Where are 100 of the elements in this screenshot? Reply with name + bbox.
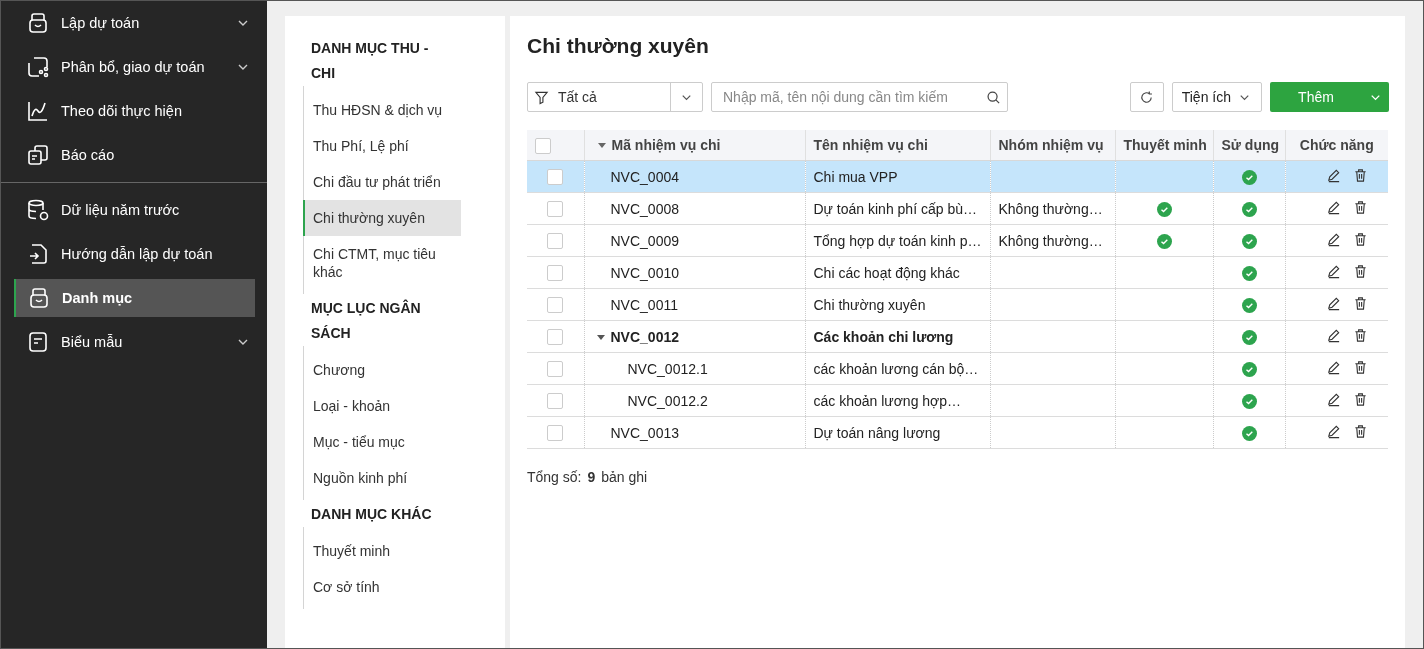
column-header: Tên nhiệm vụ chi bbox=[813, 137, 928, 153]
table-cell: các khoản lương hợp… bbox=[813, 392, 962, 409]
trash-icon[interactable] bbox=[1352, 199, 1368, 215]
edit-icon[interactable] bbox=[1325, 231, 1341, 247]
category-item[interactable]: Nguồn kinh phí bbox=[304, 460, 505, 496]
edit-icon[interactable] bbox=[1325, 263, 1341, 279]
edit-icon[interactable] bbox=[1325, 359, 1341, 375]
edit-icon[interactable] bbox=[1325, 327, 1341, 343]
search-icon bbox=[986, 89, 1001, 105]
sidebar-item[interactable]: Dữ liệu năm trước bbox=[1, 188, 267, 232]
document-share-icon bbox=[26, 55, 50, 79]
sidebar-item[interactable]: Báo cáo bbox=[1, 133, 267, 177]
category-item[interactable]: Chi CTMT, mục tiêu khác bbox=[304, 236, 505, 290]
category-item[interactable]: Loại - khoản bbox=[304, 388, 505, 424]
select-all-checkbox[interactable] bbox=[535, 137, 551, 154]
row-checkbox[interactable] bbox=[547, 233, 564, 250]
filter-icon bbox=[534, 89, 549, 105]
table-cell: NVC_0004 bbox=[610, 168, 679, 185]
trash-icon[interactable] bbox=[1352, 295, 1368, 311]
trash-icon[interactable] bbox=[1352, 327, 1368, 343]
table-cell: Chi mua VPP bbox=[813, 168, 898, 185]
edit-icon[interactable] bbox=[1325, 423, 1341, 439]
trash-icon[interactable] bbox=[1352, 359, 1368, 375]
category-item[interactable]: Chương bbox=[304, 352, 505, 388]
table-row[interactable]: NVC_0011 Chi thường xuyên bbox=[527, 288, 1388, 321]
database-icon bbox=[26, 198, 50, 222]
table-cell: NVC_0012.1 bbox=[627, 360, 708, 377]
table-row[interactable]: NVC_0013 Dự toán nâng lương bbox=[527, 416, 1388, 449]
utility-button[interactable]: Tiện ích bbox=[1171, 82, 1262, 112]
table-row[interactable]: NVC_0008 Dự toán kinh phí cấp bù… Không thường… bbox=[527, 192, 1388, 225]
category-item[interactable]: Mục - tiểu mục bbox=[304, 424, 505, 460]
edit-icon[interactable] bbox=[1325, 199, 1341, 215]
section-heading: DANH MỤC KHÁC bbox=[310, 505, 433, 524]
category-item[interactable]: Cơ sở tính bbox=[304, 569, 505, 605]
trash-icon[interactable] bbox=[1352, 423, 1368, 439]
sidebar-item[interactable]: Hướng dẫn lập dự toán bbox=[1, 232, 267, 276]
sidebar-item[interactable]: Biểu mẫu bbox=[1, 320, 267, 364]
table-row[interactable]: NVC_0004 Chi mua VPP bbox=[527, 160, 1388, 193]
row-checkbox[interactable] bbox=[547, 361, 564, 378]
category-item[interactable]: Thuyết minh bbox=[304, 533, 505, 569]
section-heading: DANH MỤC THU - CHI bbox=[310, 39, 430, 83]
table-cell: Không thường… bbox=[998, 232, 1103, 249]
column-header: Chức năng bbox=[1299, 137, 1374, 153]
trash-icon[interactable] bbox=[1352, 167, 1368, 183]
tray-icon bbox=[26, 11, 50, 35]
table-row[interactable]: NVC_0010 Chi các hoạt động khác bbox=[527, 256, 1388, 289]
table-cell: NVC_0010 bbox=[610, 264, 679, 281]
table-cell: NVC_0008 bbox=[610, 200, 679, 217]
row-checkbox[interactable] bbox=[547, 425, 564, 442]
category-item[interactable]: Chi đầu tư phát triển bbox=[304, 164, 505, 200]
trash-icon[interactable] bbox=[1352, 263, 1368, 279]
row-checkbox[interactable] bbox=[547, 265, 564, 282]
table-cell: Dự toán nâng lương bbox=[813, 424, 941, 441]
search-field[interactable]: Nhập mã, tên nội dung cần tìm kiếm bbox=[711, 82, 1008, 112]
sidebar-item[interactable]: Theo dõi thực hiện bbox=[1, 89, 267, 133]
table-cell: Chi thường xuyên bbox=[813, 296, 926, 313]
caret-down-icon bbox=[596, 140, 607, 150]
table-cell: Dự toán kinh phí cấp bù… bbox=[813, 200, 977, 217]
table-row[interactable]: NVC_0012.1 các khoản lương cán bộ… bbox=[527, 352, 1388, 385]
edit-icon[interactable] bbox=[1325, 167, 1341, 183]
table-cell: Tổng hợp dự toán kinh p… bbox=[813, 232, 982, 249]
table-cell: Các khoản chi lương bbox=[813, 328, 954, 345]
refresh-button[interactable] bbox=[1129, 82, 1164, 112]
table-cell: NVC_0013 bbox=[610, 424, 679, 441]
total-label: Tổng số: bbox=[527, 469, 582, 485]
row-checkbox[interactable] bbox=[547, 393, 564, 410]
edit-icon[interactable] bbox=[1325, 295, 1341, 311]
category-item[interactable]: Thu HĐSN & dịch vụ bbox=[304, 92, 505, 128]
row-checkbox[interactable] bbox=[547, 201, 564, 218]
column-header: Thuyết minh bbox=[1123, 137, 1207, 153]
table-cell: NVC_0011 bbox=[610, 296, 678, 313]
table-cell: NVC_0012.2 bbox=[627, 392, 708, 409]
table-cell: Không thường… bbox=[998, 200, 1103, 217]
total-count: 9 bbox=[587, 469, 596, 485]
sidebar-item[interactable]: Danh mục bbox=[14, 279, 255, 317]
tray-icon bbox=[27, 286, 51, 310]
table-row[interactable]: NVC_0009 Tổng hợp dự toán kinh p… Không thường… bbox=[527, 224, 1388, 257]
column-header: Mã nhiệm vụ chi bbox=[611, 137, 721, 153]
trash-icon[interactable] bbox=[1352, 391, 1368, 407]
page-title: Chi thường xuyên bbox=[527, 34, 710, 58]
table-row[interactable]: NVC_0012 Các khoản chi lương bbox=[527, 320, 1388, 353]
section-heading: MỤC LỤC NGÂN SÁCH bbox=[310, 298, 422, 343]
line-chart-icon bbox=[26, 99, 50, 123]
table-row[interactable]: NVC_0012.2 các khoản lương hợp… bbox=[527, 384, 1388, 417]
category-item[interactable]: Chi thường xuyên bbox=[303, 200, 461, 236]
table-cell: các khoản lương cán bộ… bbox=[813, 360, 979, 377]
category-item[interactable]: Thu Phí, Lệ phí bbox=[304, 128, 505, 164]
documents-icon bbox=[26, 143, 50, 167]
note-icon bbox=[26, 330, 50, 354]
sidebar-item[interactable]: Lập dự toán bbox=[1, 1, 267, 45]
total-unit: bản ghi bbox=[601, 469, 648, 485]
row-checkbox[interactable] bbox=[547, 169, 564, 186]
sidebar-item[interactable]: Phân bổ, giao dự toán bbox=[1, 45, 267, 89]
edit-icon[interactable] bbox=[1325, 391, 1341, 407]
row-checkbox[interactable] bbox=[547, 297, 564, 314]
filter-dropdown[interactable]: Tất cả bbox=[527, 82, 703, 112]
refresh-icon bbox=[1139, 89, 1155, 105]
column-header: Sử dụng bbox=[1221, 137, 1280, 153]
row-checkbox[interactable] bbox=[547, 329, 564, 346]
trash-icon[interactable] bbox=[1352, 231, 1368, 247]
